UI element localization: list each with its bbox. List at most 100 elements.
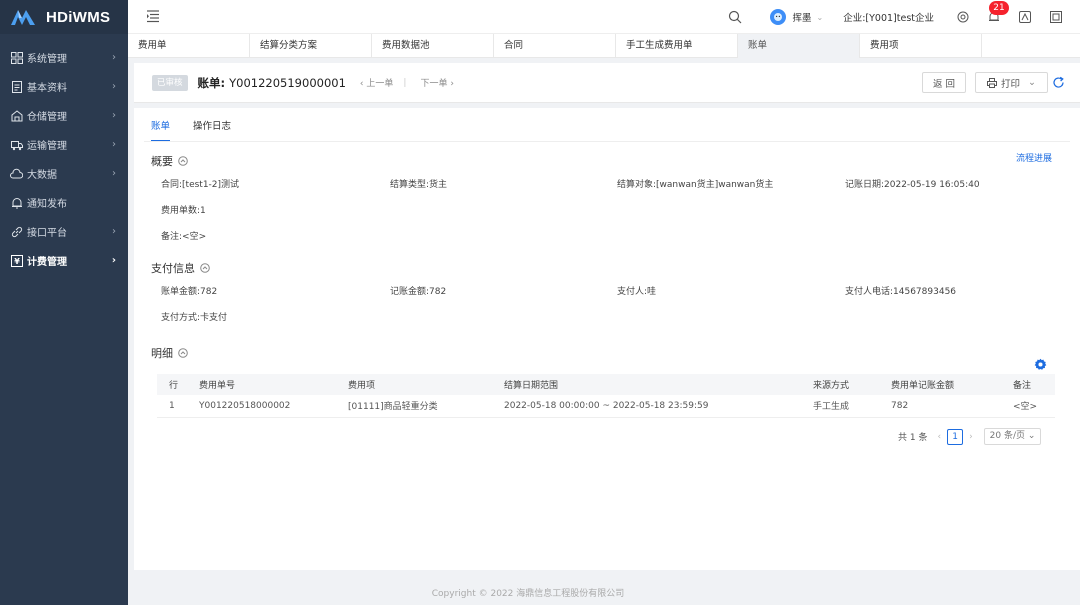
status-badge: 已审核	[152, 74, 188, 91]
tab-contract[interactable]: 合同	[494, 34, 616, 58]
record-date-field: 记账日期:2022-05-19 16:05:40	[845, 180, 980, 190]
user-name[interactable]: 挥墨	[792, 10, 811, 24]
collapse-icon	[200, 263, 210, 273]
chevron-down-icon: ⌄	[1027, 431, 1036, 441]
payment-section-title[interactable]: 支付信息	[151, 260, 210, 276]
chevron-right-icon: ›	[112, 226, 116, 237]
top-bar: 挥墨 ⌄ 企业:[Y001]test企业 21	[128, 0, 1080, 34]
next-bill-link[interactable]: 下一单 ›	[420, 76, 453, 89]
cell-line: 1	[157, 395, 187, 418]
tab-operation-log[interactable]: 操作日志	[193, 118, 231, 142]
gear-icon[interactable]	[1034, 358, 1047, 371]
fee-no-link[interactable]: Y001220518000002	[187, 395, 336, 418]
sidebar-item-interface[interactable]: 接口平台 ›	[0, 217, 128, 246]
tab-fee-pool[interactable]: 费用数据池	[372, 34, 494, 58]
sidebar-item-label: 仓储管理	[27, 112, 67, 123]
sidebar-item-notice[interactable]: 通知发布	[0, 188, 128, 217]
app-name: HDiWMS	[46, 8, 111, 26]
footer-copyright: Copyright © 2022 海鼎信息工程股份有限公司	[431, 589, 625, 599]
bell-icon	[10, 196, 23, 209]
notification-button[interactable]: 21	[987, 1, 1009, 24]
detail-tabs: 账单 操作日志	[151, 118, 254, 142]
chevron-right-icon: ›	[112, 81, 116, 92]
sidebar-item-label: 大数据	[27, 170, 57, 181]
chevron-down-icon[interactable]: ⌄	[817, 13, 824, 22]
page-size-select[interactable]: 20 条/页 ⌄	[983, 428, 1042, 445]
tab-manual-fee[interactable]: 手工生成费用单	[616, 34, 738, 58]
cell-source: 手工生成	[801, 395, 879, 418]
flow-progress-link[interactable]: 流程进展	[1016, 151, 1052, 164]
col-date-range: 结算日期范围	[492, 374, 801, 395]
col-remark: 备注	[1001, 374, 1055, 395]
tab-fee-item[interactable]: 费用项	[860, 34, 982, 58]
settings-icon[interactable]	[956, 10, 970, 24]
sidebar-item-big-data[interactable]: 大数据 ›	[0, 159, 128, 188]
chevron-right-icon: ›	[112, 52, 116, 63]
grid-icon	[10, 51, 23, 64]
fullscreen-icon[interactable]	[1018, 10, 1032, 24]
tab-bill[interactable]: 账单	[738, 34, 860, 58]
logo-mark-icon	[11, 10, 35, 25]
cell-remark: <空>	[1001, 395, 1055, 418]
fee-count-field: 费用单数:1	[161, 206, 206, 216]
settle-type-field: 结算类型:货主	[390, 180, 448, 190]
next-bill-label: 下一单	[420, 79, 448, 89]
printer-icon	[987, 77, 997, 88]
section-title-text: 明细	[151, 347, 173, 360]
logo[interactable]: HDiWMS	[0, 0, 128, 34]
sidebar-item-warehouse[interactable]: 仓储管理 ›	[0, 101, 128, 130]
bill-label: 账单:	[197, 75, 226, 90]
bill-toolbar: 已审核 账单: Y001220519000001 ‹ 上一单 | 下一单 › 返…	[134, 63, 1080, 103]
bill-amount-field: 账单金额:782	[161, 287, 218, 297]
cell-amount: 782	[879, 395, 1001, 418]
prev-bill-link[interactable]: ‹ 上一单	[360, 76, 393, 89]
bill-detail-card: 账单 操作日志 概要 流程进展 合同:[test1-2]测试 结算类型:货主 结…	[134, 108, 1080, 570]
avatar[interactable]	[770, 9, 787, 25]
record-amount-field: 记账金额:782	[390, 287, 447, 297]
menu-toggle-icon[interactable]	[146, 9, 160, 23]
overview-section-title[interactable]: 概要	[151, 153, 188, 169]
payer-field: 支付人:哇	[617, 287, 657, 297]
sidebar-item-basic-data[interactable]: 基本资料 ›	[0, 72, 128, 101]
col-fee-item: 费用项	[336, 374, 492, 395]
chevron-down-icon: ⌄	[1028, 77, 1036, 88]
settle-target-field: 结算对象:[wanwan货主]wanwan货主	[617, 180, 774, 190]
layout-icon[interactable]	[1049, 10, 1063, 24]
nav-separator: |	[403, 77, 407, 88]
print-button[interactable]: 打印 ⌄	[975, 72, 1048, 93]
search-icon[interactable]	[728, 10, 742, 24]
cell-date-range: 2022-05-18 00:00:00 ~ 2022-05-18 23:59:5…	[492, 395, 801, 418]
header-tools: 挥墨 ⌄ 企业:[Y001]test企业 21	[728, 0, 1080, 34]
next-page-icon[interactable]: ›	[969, 432, 973, 442]
detail-section-title[interactable]: 明细	[151, 345, 188, 361]
cloud-icon	[10, 167, 23, 180]
page-number[interactable]: 1	[947, 428, 964, 445]
chevron-right-icon: ›	[111, 255, 116, 266]
tab-fee-bill[interactable]: 费用单	[128, 34, 250, 58]
refresh-icon[interactable]	[1052, 76, 1065, 89]
chevron-right-icon: ›	[112, 139, 116, 150]
fee-item-link[interactable]: [01111]商品轻重分类	[336, 395, 492, 418]
table-row: 1 Y001220518000002 [01111]商品轻重分类 2022-05…	[157, 395, 1055, 418]
sidebar-menu: 系统管理 › 基本资料 › 仓储管理 › 运输管理 › 大数据 › 通知发布 接…	[0, 43, 128, 275]
sidebar-item-label: 基本资料	[27, 83, 67, 94]
sidebar-item-system[interactable]: 系统管理 ›	[0, 43, 128, 72]
detail-table: 行 费用单号 费用项 结算日期范围 来源方式 费用单记账金额 备注 1 Y001…	[157, 374, 1055, 418]
sidebar-item-billing[interactable]: ¥ 计费管理 ›	[0, 246, 128, 275]
prev-bill-label: 上一单	[366, 79, 394, 89]
collapse-icon	[178, 156, 188, 166]
chevron-right-icon: ›	[112, 168, 116, 179]
col-fee-no: 费用单号	[187, 374, 336, 395]
truck-icon	[10, 138, 23, 151]
tab-settle-scheme[interactable]: 结算分类方案	[250, 34, 372, 58]
warehouse-icon	[10, 109, 23, 122]
prev-page-icon[interactable]: ‹	[937, 432, 941, 442]
document-icon	[10, 80, 23, 93]
sidebar-item-transport[interactable]: 运输管理 ›	[0, 130, 128, 159]
sidebar-item-label: 计费管理	[27, 257, 67, 268]
company-selector[interactable]: 企业:[Y001]test企业	[843, 10, 934, 24]
col-amount: 费用单记账金额	[879, 374, 1001, 395]
back-button[interactable]: 返 回	[922, 72, 967, 93]
tab-bill-detail[interactable]: 账单	[151, 118, 171, 142]
sidebar-item-label: 系统管理	[27, 54, 67, 65]
